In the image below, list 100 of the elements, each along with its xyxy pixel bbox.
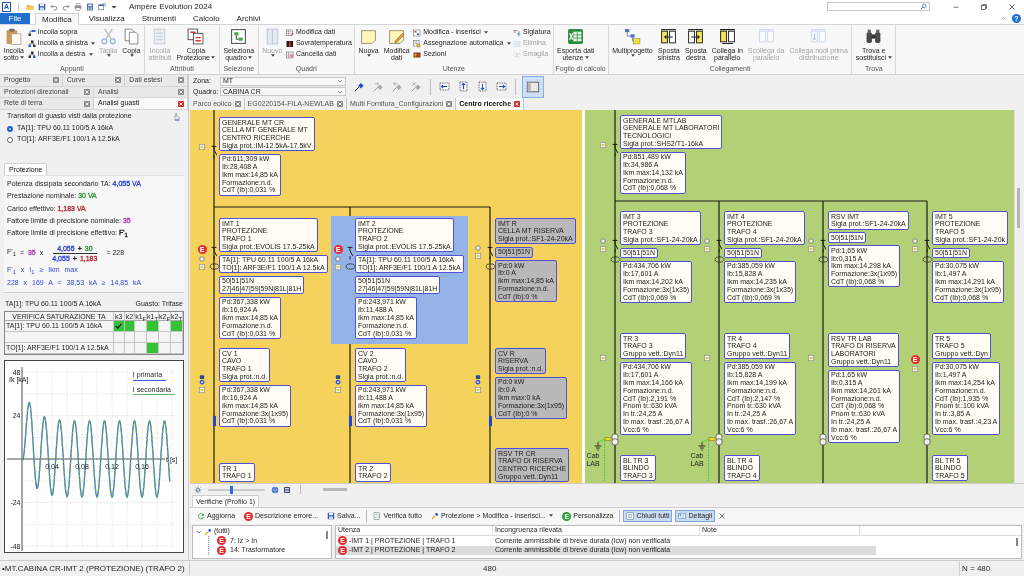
- columns-arrows-icon: [810, 28, 828, 45]
- floppy-icon[interactable]: [38, 2, 46, 11]
- box-arrow-right-icon[interactable]: [494, 80, 509, 93]
- switch-icon: [611, 143, 619, 157]
- undo-icon[interactable]: [50, 2, 58, 11]
- cable-icon: [199, 375, 205, 385]
- menu-tab[interactable]: Archivi: [229, 13, 268, 24]
- menu-tab[interactable]: Calcolo: [185, 13, 227, 24]
- scrollbar-thumb[interactable]: [1017, 188, 1020, 228]
- radio-button[interactable]: [7, 136, 13, 143]
- column-right-icon: [687, 28, 705, 45]
- slider-thumb[interactable]: [230, 485, 234, 494]
- ring-icon: [912, 238, 918, 244]
- table-cross-icon: [285, 50, 294, 59]
- collapse-icon: [626, 512, 635, 520]
- cable-segment-icon: [348, 414, 352, 428]
- radio-button[interactable]: [7, 125, 13, 132]
- tool-icon: [204, 527, 212, 536]
- switch-icon: [715, 239, 723, 253]
- gear-icon[interactable]: [194, 485, 202, 494]
- ring-icon: [808, 238, 814, 244]
- cable-segment-icon: [212, 414, 216, 428]
- transformer-icon: [715, 433, 723, 446]
- status-square-icon: [600, 142, 606, 148]
- box-arrow-up-icon[interactable]: [456, 80, 471, 93]
- columns-linked-icon: [718, 28, 736, 45]
- status-square-icon: [199, 264, 205, 270]
- column-left-icon: [660, 28, 678, 45]
- folder-icon[interactable]: [26, 2, 34, 11]
- close-icon[interactable]: [1008, 2, 1016, 11]
- status-text: N = 480: [962, 563, 991, 574]
- refresh-icon: [197, 512, 205, 520]
- search-field[interactable]: [827, 2, 930, 11]
- printer-icon[interactable]: [74, 2, 82, 11]
- switch-icon: [819, 239, 827, 253]
- columns-unlinked-icon: [757, 28, 775, 45]
- switch-icon: [210, 246, 218, 260]
- ring-icon: [704, 238, 710, 244]
- menu-tab[interactable]: Strumenti: [134, 13, 183, 24]
- window-title: Ampère Evolution 2024: [129, 1, 213, 12]
- transformer-icon: [611, 433, 619, 446]
- status-square-icon: [912, 246, 918, 252]
- menu-tab[interactable]: Visualizza: [81, 13, 132, 24]
- sections-icon: [413, 50, 422, 59]
- scrollbar-thumb[interactable]: [323, 488, 347, 491]
- globe-icon[interactable]: [271, 485, 279, 494]
- cable-icon: [335, 375, 341, 385]
- switch-icon: [923, 239, 931, 253]
- blocks-left-icon: [27, 39, 36, 48]
- binoculars-icon: [865, 28, 883, 45]
- thermometer-icon: [285, 39, 294, 48]
- close-icon[interactable]: [514, 101, 521, 107]
- chevron-icon[interactable]: [196, 528, 202, 535]
- eraser-icon: [512, 39, 521, 48]
- transformer-icon: [923, 433, 931, 446]
- current-transformer-icon: [817, 256, 829, 263]
- details-icon: [678, 512, 687, 520]
- calculator-icon[interactable]: [86, 2, 94, 11]
- ring-icon: [600, 238, 606, 244]
- redo-icon[interactable]: [62, 2, 70, 11]
- blocks-up-icon: [27, 28, 36, 37]
- hand-icon[interactable]: [172, 112, 181, 121]
- current-transformer-icon: [344, 263, 356, 270]
- current-transformer-icon: [208, 263, 220, 270]
- box-arrow-left-icon[interactable]: [437, 80, 452, 93]
- status-square-icon: [335, 264, 341, 270]
- status-square-icon: [808, 246, 814, 252]
- search-icon: [920, 3, 927, 10]
- transformer-icon: [819, 433, 827, 446]
- ring-icon: [335, 256, 341, 262]
- restore-icon[interactable]: [980, 2, 988, 11]
- status-square-icon: [475, 253, 481, 259]
- vertical-scrollbar[interactable]: [1016, 538, 1018, 546]
- hierarchy-icon: [624, 28, 641, 45]
- file-menu-button[interactable]: File: [0, 13, 30, 24]
- zoom-slider[interactable]: [208, 488, 265, 491]
- window-icon[interactable]: [98, 2, 106, 11]
- current-transformer-icon: [609, 256, 621, 263]
- menu-tab[interactable]: Modifica: [35, 13, 79, 25]
- current-transformer-icon: [484, 263, 496, 270]
- pages-icon: [122, 28, 140, 45]
- box-arrow-down-icon[interactable]: [475, 80, 490, 93]
- vertical-scrollbar[interactable]: [326, 531, 328, 539]
- chain-icon: [512, 50, 521, 59]
- chevron-up-icon[interactable]: [1000, 15, 1007, 22]
- floppy-icon: [327, 512, 336, 520]
- tag-icon: [512, 28, 521, 37]
- note-icon: [360, 28, 378, 45]
- drive-icon[interactable]: [283, 485, 291, 494]
- close-icon[interactable]: [718, 512, 727, 520]
- cable-segment-icon: [488, 414, 492, 428]
- clipboard-icon: [5, 28, 23, 45]
- ring-icon: [475, 245, 481, 251]
- note-pencil-icon: [388, 28, 406, 45]
- status-square-icon: [704, 355, 710, 361]
- panel-toggle-icon[interactable]: [522, 75, 544, 98]
- status-square-icon: [808, 355, 814, 361]
- status-square-icon: [335, 387, 341, 393]
- spreadsheet-icon: [567, 28, 585, 45]
- status-square-icon: [199, 387, 205, 393]
